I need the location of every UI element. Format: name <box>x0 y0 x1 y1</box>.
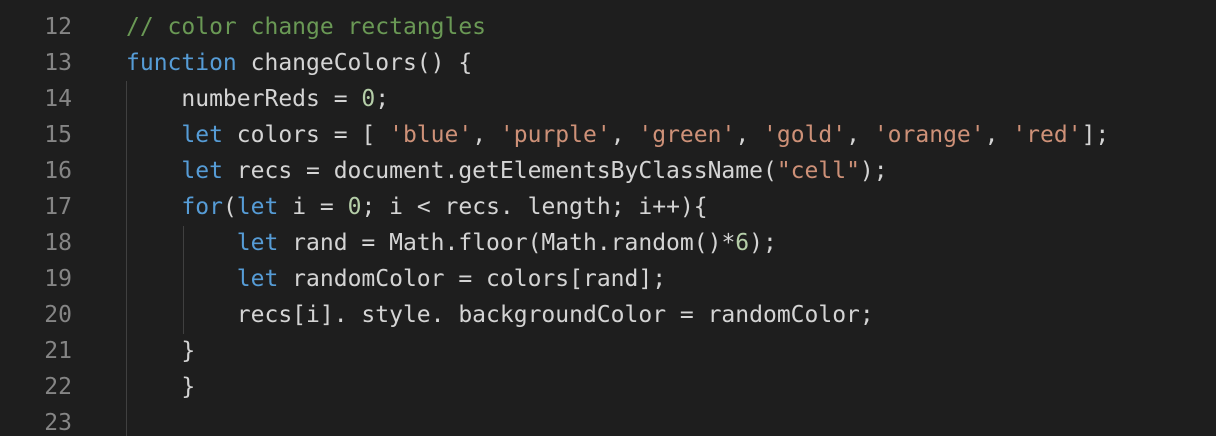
code-token: for <box>181 194 223 220</box>
code-line[interactable]: 19 let randomColor = colors[rand]; <box>0 261 1216 297</box>
code-token: , <box>846 122 874 148</box>
line-number: 12 <box>44 14 72 40</box>
code-token: rand = Math.floor(Math.random()* <box>278 230 736 256</box>
line-number: 19 <box>44 266 72 292</box>
code-token: ); <box>749 230 777 256</box>
code-token: 'blue' <box>389 122 473 148</box>
code-token: let <box>181 122 223 148</box>
code-line[interactable]: 20 recs[i]. style. backgroundColor = ran… <box>0 297 1216 333</box>
code-token: function <box>126 50 237 76</box>
code-text: } <box>126 333 195 369</box>
code-token: let <box>236 194 279 220</box>
code-token: ; <box>375 86 390 112</box>
line-number: 16 <box>44 158 72 184</box>
line-number: 23 <box>44 410 72 436</box>
code-text: numberReds = 0; <box>126 81 389 117</box>
code-text: // color change rectangles <box>126 9 486 45</box>
code-token: 0 <box>361 86 376 112</box>
line-number: 18 <box>44 230 72 256</box>
code-line[interactable]: 22 } <box>0 369 1216 405</box>
code-token: "cell" <box>776 158 860 184</box>
code-token: , <box>735 122 764 148</box>
code-text: let rand = Math.floor(Math.random()*6); <box>126 225 777 261</box>
code-token: let <box>181 158 223 184</box>
code-text: } <box>126 369 195 405</box>
code-token: // color change rectangles <box>126 14 487 40</box>
code-token: 6 <box>735 230 750 256</box>
line-number: 21 <box>44 338 72 364</box>
code-line[interactable]: 18 let rand = Math.floor(Math.random()*6… <box>0 225 1216 261</box>
code-line[interactable]: 21 } <box>0 333 1216 369</box>
code-line[interactable]: 13 function changeColors() { <box>0 45 1216 81</box>
code-token: i = <box>278 194 348 220</box>
code-token: let <box>236 266 279 292</box>
code-token: changeColors() { <box>236 50 473 76</box>
code-token: 'purple' <box>499 122 611 148</box>
code-token: let <box>236 230 279 256</box>
code-text: recs[i]. style. backgroundColor = random… <box>126 297 874 333</box>
code-token: , <box>472 122 500 148</box>
code-token: numberReds = <box>126 86 362 112</box>
code-token: colors = [ <box>222 122 390 148</box>
code-text: function changeColors() { <box>126 45 472 81</box>
code-token: 'gold' <box>763 122 847 148</box>
code-token: , <box>984 122 1013 148</box>
line-number: 14 <box>44 86 72 112</box>
code-token: 'orange' <box>873 122 985 148</box>
line-number: 22 <box>44 374 72 400</box>
code-token: 'red' <box>1012 122 1082 148</box>
code-line[interactable]: 15 let colors = [ 'blue', 'purple', 'gre… <box>0 117 1216 153</box>
code-line[interactable]: 17 for(let i = 0; i < recs. length; i++)… <box>0 189 1216 225</box>
code-token: 0 <box>347 194 362 220</box>
code-token: 'green' <box>638 122 736 148</box>
code-line[interactable]: 16 let recs = document.getElementsByClas… <box>0 153 1216 189</box>
line-number: 13 <box>44 50 72 76</box>
line-number: 15 <box>44 122 72 148</box>
code-token: ( <box>222 194 237 220</box>
code-line[interactable]: 14 numberReds = 0; <box>0 81 1216 117</box>
code-token: randomColor = colors[rand]; <box>278 266 667 292</box>
code-token: , <box>610 122 639 148</box>
code-token: } <box>126 374 196 400</box>
code-token: ; i < recs. length; i++){ <box>361 194 708 220</box>
code-token: } <box>126 338 196 364</box>
code-token: ]; <box>1081 122 1110 148</box>
code-line[interactable]: 12 // color change rectangles <box>0 9 1216 45</box>
line-number: 20 <box>44 302 72 328</box>
code-token: recs = document.getElementsByClassName( <box>222 158 777 184</box>
code-editor[interactable]: 12 // color change rectangles 13 function c… <box>0 0 1216 436</box>
code-text: for(let i = 0; i < recs. length; i++){ <box>126 189 708 225</box>
code-line[interactable]: 23 <box>0 405 1216 436</box>
code-token: recs[i]. style. backgroundColor = random… <box>126 302 874 328</box>
code-token: ); <box>859 158 888 184</box>
code-text: let recs = document.getElementsByClassNa… <box>126 153 888 189</box>
line-number: 17 <box>44 194 72 220</box>
code-text: let randomColor = colors[rand]; <box>126 261 666 297</box>
code-text: let colors = [ 'blue', 'purple', 'green'… <box>126 117 1109 153</box>
